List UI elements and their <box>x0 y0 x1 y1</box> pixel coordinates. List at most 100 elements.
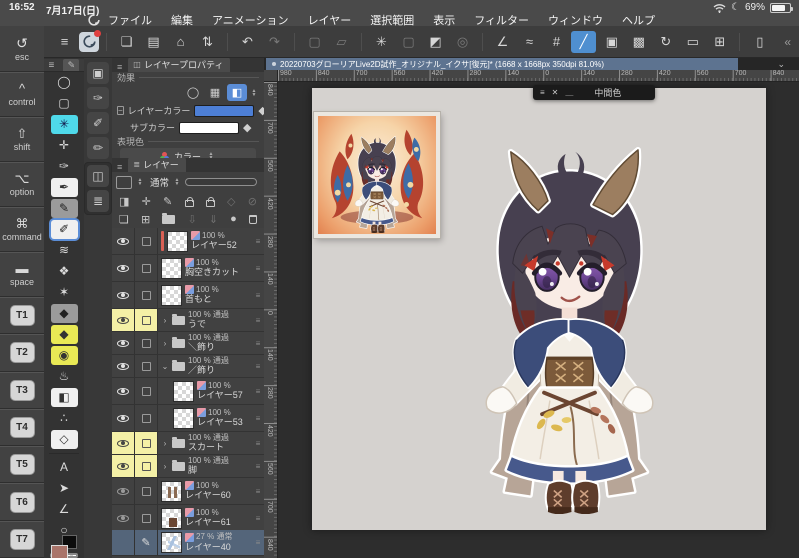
layer-color-effect-icon[interactable]: ◧ <box>227 84 247 101</box>
draft-layer-icon[interactable]: ✎ <box>163 195 172 208</box>
marquee-tool-icon[interactable]: ▢ <box>51 94 78 113</box>
layer-folder-row[interactable]: › 100 % 通過 うで ≡ <box>112 309 264 332</box>
tool-property-palette-icon[interactable]: ▣ <box>87 62 109 84</box>
option-key[interactable]: ⌥ option <box>0 162 44 207</box>
menu-item[interactable]: ヘルプ <box>622 12 655 28</box>
collapse-layer-color-icon[interactable]: − <box>117 106 124 115</box>
drag-handle[interactable]: ≡ <box>252 282 264 308</box>
layer-row[interactable]: 100 % 首もと ≡ <box>112 282 264 309</box>
snap-special-ruler-icon[interactable]: ╱ <box>571 30 596 53</box>
drag-handle[interactable]: ≡ <box>252 378 264 404</box>
divider[interactable] <box>49 453 79 454</box>
main-menu-icon[interactable]: ≡ <box>52 31 77 53</box>
transfer-down-icon[interactable]: ⇩ <box>187 213 196 226</box>
opacity-slider[interactable] <box>185 178 257 186</box>
layer-row[interactable]: 100 % レイヤー60 ≡ <box>112 478 264 505</box>
selected-layer-row[interactable]: ✎ 27 % 通常 レイヤー40 ≡ <box>112 530 264 556</box>
snap-ruler-icon[interactable]: ∠ <box>490 31 515 53</box>
drag-handle[interactable]: ≡ <box>252 505 264 530</box>
enable-mask-icon[interactable]: ◇ <box>227 195 235 208</box>
layer-folder-row[interactable]: ⌄ 100 % 通過 ／飾り ≡ <box>112 355 264 378</box>
command-key[interactable]: ⌘ command <box>0 207 44 252</box>
border-effect-icon[interactable]: ◯ <box>183 84 203 101</box>
visibility-cell[interactable] <box>112 228 135 254</box>
expression-color-dropdown[interactable]: カラー ▲ ▼ <box>120 148 256 158</box>
reset-view-icon[interactable]: ↻ <box>653 31 678 53</box>
pencil-tool-icon[interactable]: ✎ <box>50 199 78 218</box>
folder-chevron-icon[interactable]: › <box>161 339 169 348</box>
apply-color-icon[interactable]: ◆ <box>243 121 251 134</box>
monitor-icon[interactable]: ▭ <box>680 31 705 53</box>
blend-tool-icon[interactable]: ♨ <box>51 367 78 386</box>
drag-handle[interactable]: ≡ <box>252 530 264 555</box>
tone-effect-icon[interactable]: ▦ <box>205 84 225 101</box>
new-canvas-icon[interactable]: ❏ <box>114 31 139 53</box>
crop-icon[interactable]: ▢ <box>302 31 327 53</box>
line-tool-icon[interactable]: ∠ <box>51 500 78 519</box>
edge-tab-key[interactable]: T7 <box>0 520 44 558</box>
reference-layer-icon[interactable]: ✛ <box>142 195 151 208</box>
edge-tab-key[interactable]: T6 <box>0 483 44 521</box>
layer-palette-icon[interactable]: ≣ <box>87 190 109 212</box>
new-layer-icon[interactable]: ❏ <box>119 213 129 226</box>
sparkle-brush-icon[interactable]: ✶ <box>51 283 78 302</box>
companion-device-icon[interactable]: ▯ <box>747 31 772 53</box>
airbrush-tool-icon[interactable]: ∴ <box>51 409 78 428</box>
edge-tab-key[interactable]: T2 <box>0 334 44 372</box>
tab-layers[interactable]: ≣ レイヤー <box>128 158 186 172</box>
menu-item[interactable]: 選択範囲 <box>370 12 414 28</box>
redo-icon[interactable]: ↷ <box>262 31 287 53</box>
esc-key[interactable]: ↺ esc <box>0 26 44 72</box>
menu-item[interactable]: アニメーション <box>212 12 289 28</box>
folder-chevron-icon[interactable]: › <box>161 462 169 471</box>
drag-handle[interactable]: ≡ <box>252 432 264 454</box>
ruler-range-icon[interactable]: ⊘ <box>248 195 257 208</box>
color-palette-icon[interactable]: ✏ <box>87 137 109 159</box>
layer-color-swatch[interactable] <box>194 104 255 117</box>
tab-list-chevron-icon[interactable]: ⌄ <box>777 58 785 70</box>
lock-layer-icon[interactable] <box>184 196 194 207</box>
auto-select-tool-icon[interactable]: ✳ <box>50 115 78 134</box>
menu-item[interactable]: フィルター <box>474 12 529 28</box>
new-folder-icon[interactable] <box>162 212 176 224</box>
layer-property-palette-icon[interactable]: ◫ <box>87 165 109 187</box>
palette-display-icon[interactable] <box>116 175 132 189</box>
menu-item[interactable]: ファイル <box>108 12 152 28</box>
folder-chevron-icon[interactable]: › <box>161 439 169 448</box>
panel-menu-icon[interactable]: ≡ <box>115 162 124 172</box>
grid-icon[interactable]: # <box>544 31 569 53</box>
drag-handle[interactable]: ≡ <box>252 228 264 254</box>
layer-row[interactable]: 100 % レイヤー52 ≡ <box>112 228 264 255</box>
lasso-tool-icon[interactable]: ◯ <box>51 73 78 92</box>
layer-mask-icon[interactable]: ● <box>230 213 237 225</box>
marker-tool-icon[interactable]: ✐ <box>50 220 78 239</box>
undo-icon[interactable]: ↶ <box>235 31 260 53</box>
text-tool-icon[interactable]: A <box>51 458 78 477</box>
apply-color-icon[interactable]: ◆ <box>258 104 264 117</box>
pen-tool-icon[interactable]: ✒ <box>50 178 78 197</box>
layer-folder-row[interactable]: › 100 % 通過 スカート ≡ <box>112 432 264 455</box>
menu-item[interactable]: レイヤー <box>308 12 352 28</box>
layer-row[interactable]: 100 % レイヤー61 ≡ <box>112 505 264 530</box>
drag-handle[interactable]: ≡ <box>252 255 264 281</box>
floating-palette[interactable]: ≡ ✕ ＿ 中間色 <box>533 85 655 100</box>
switch-tool-icon[interactable]: ▣ <box>599 31 624 53</box>
layer-row[interactable]: 100 % 胸空きカット ≡ <box>112 255 264 282</box>
open-file-icon[interactable]: ▤ <box>141 31 166 53</box>
palette-minimize-icon[interactable]: ＿ <box>565 88 573 97</box>
drag-handle[interactable]: ≡ <box>252 405 264 431</box>
merge-down-icon[interactable]: ⇓ <box>209 213 218 226</box>
document-tab[interactable]: 20220703グローリアLive2D試作_オリジナル_イクサ[復元]* (16… <box>266 58 738 70</box>
reorder-icon[interactable]: ⇅ <box>195 31 220 53</box>
drag-handle[interactable]: ≡ <box>252 332 264 354</box>
layer-row[interactable]: 100 % レイヤー57 ≡ <box>112 378 264 405</box>
palette-menu-icon[interactable]: ≡ <box>540 88 545 97</box>
decoration-brush-icon[interactable]: ❖ <box>51 262 78 281</box>
csp-logo-icon[interactable] <box>88 13 100 25</box>
edge-tab-key[interactable]: T1 <box>0 297 44 335</box>
gradient-tool-icon[interactable]: ◧ <box>50 388 78 407</box>
move-tool-icon[interactable]: ✛ <box>51 136 78 155</box>
transform-icon[interactable]: ▱ <box>329 31 354 53</box>
space-key[interactable]: ▬ space <box>0 252 44 297</box>
menu-item[interactable]: 編集 <box>171 12 193 28</box>
